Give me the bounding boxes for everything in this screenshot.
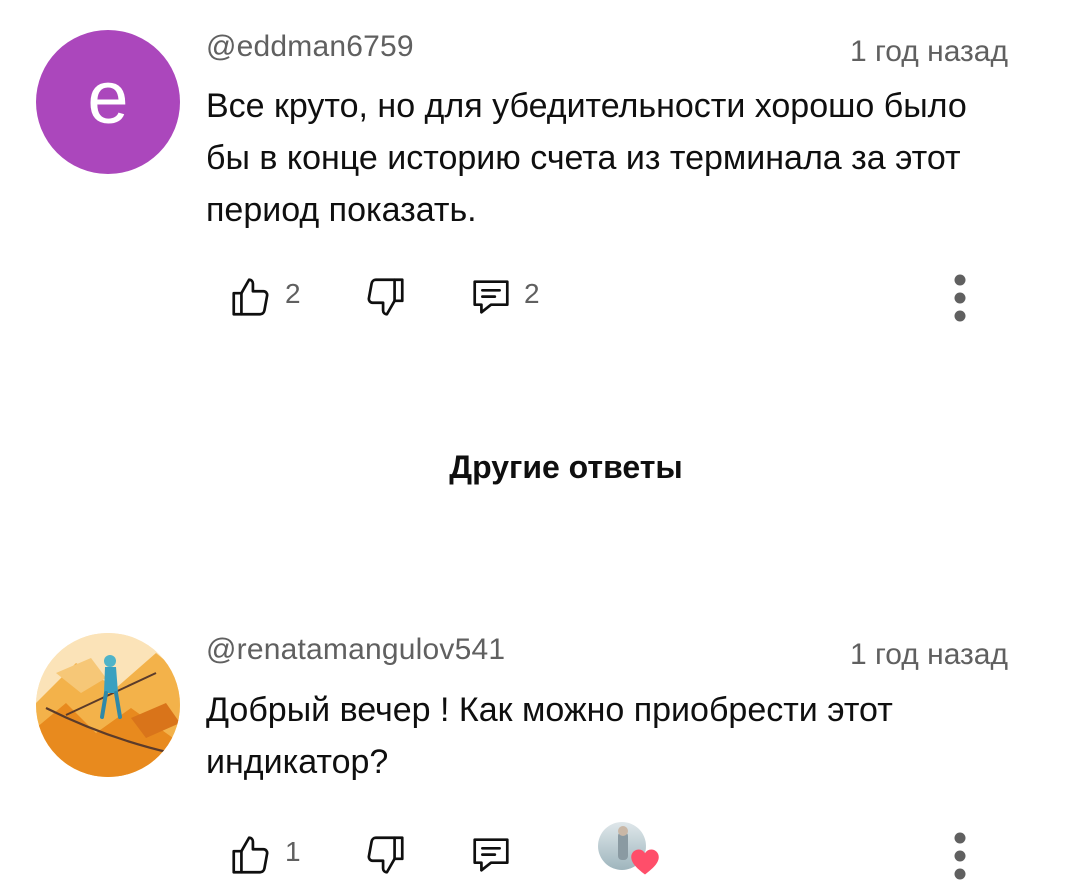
reply-count: 2 (524, 278, 540, 309)
avatar[interactable] (36, 633, 180, 777)
avatar[interactable]: e (36, 30, 180, 174)
thumb-down-icon[interactable] (362, 832, 408, 883)
thumb-down-icon[interactable] (362, 274, 408, 325)
reply-icon[interactable] (468, 832, 514, 883)
tightrope-walker-image (36, 633, 180, 777)
more-vert-icon[interactable] (946, 270, 974, 331)
other-replies-link[interactable]: Другие ответы (0, 449, 1080, 486)
comment-text: Все круто, но для убедительности хорошо … (206, 87, 967, 229)
comment-time[interactable]: 1 год назад (850, 638, 1008, 672)
comment-actions: 1 (0, 822, 1080, 884)
more-vert-icon[interactable] (946, 828, 974, 888)
like-count: 2 (285, 278, 301, 309)
reply-icon[interactable] (468, 274, 514, 325)
creator-heart-icon (630, 848, 660, 881)
thumb-up-icon[interactable] (228, 274, 274, 325)
comment-text: Добрый вечер ! Как можно приобрести этот… (206, 691, 893, 781)
comment-time[interactable]: 1 год назад (850, 35, 1008, 69)
avatar-letter: e (87, 56, 129, 139)
like-count: 1 (285, 836, 301, 867)
comment-actions: 2 2 (0, 266, 1080, 326)
comments-page: e @eddman6759 1 год назад Все круто, но … (0, 0, 1080, 888)
thumb-up-icon[interactable] (228, 832, 274, 883)
comment-author[interactable]: @renatamangulov541 (206, 633, 505, 667)
comment-author[interactable]: @eddman6759 (206, 30, 414, 64)
